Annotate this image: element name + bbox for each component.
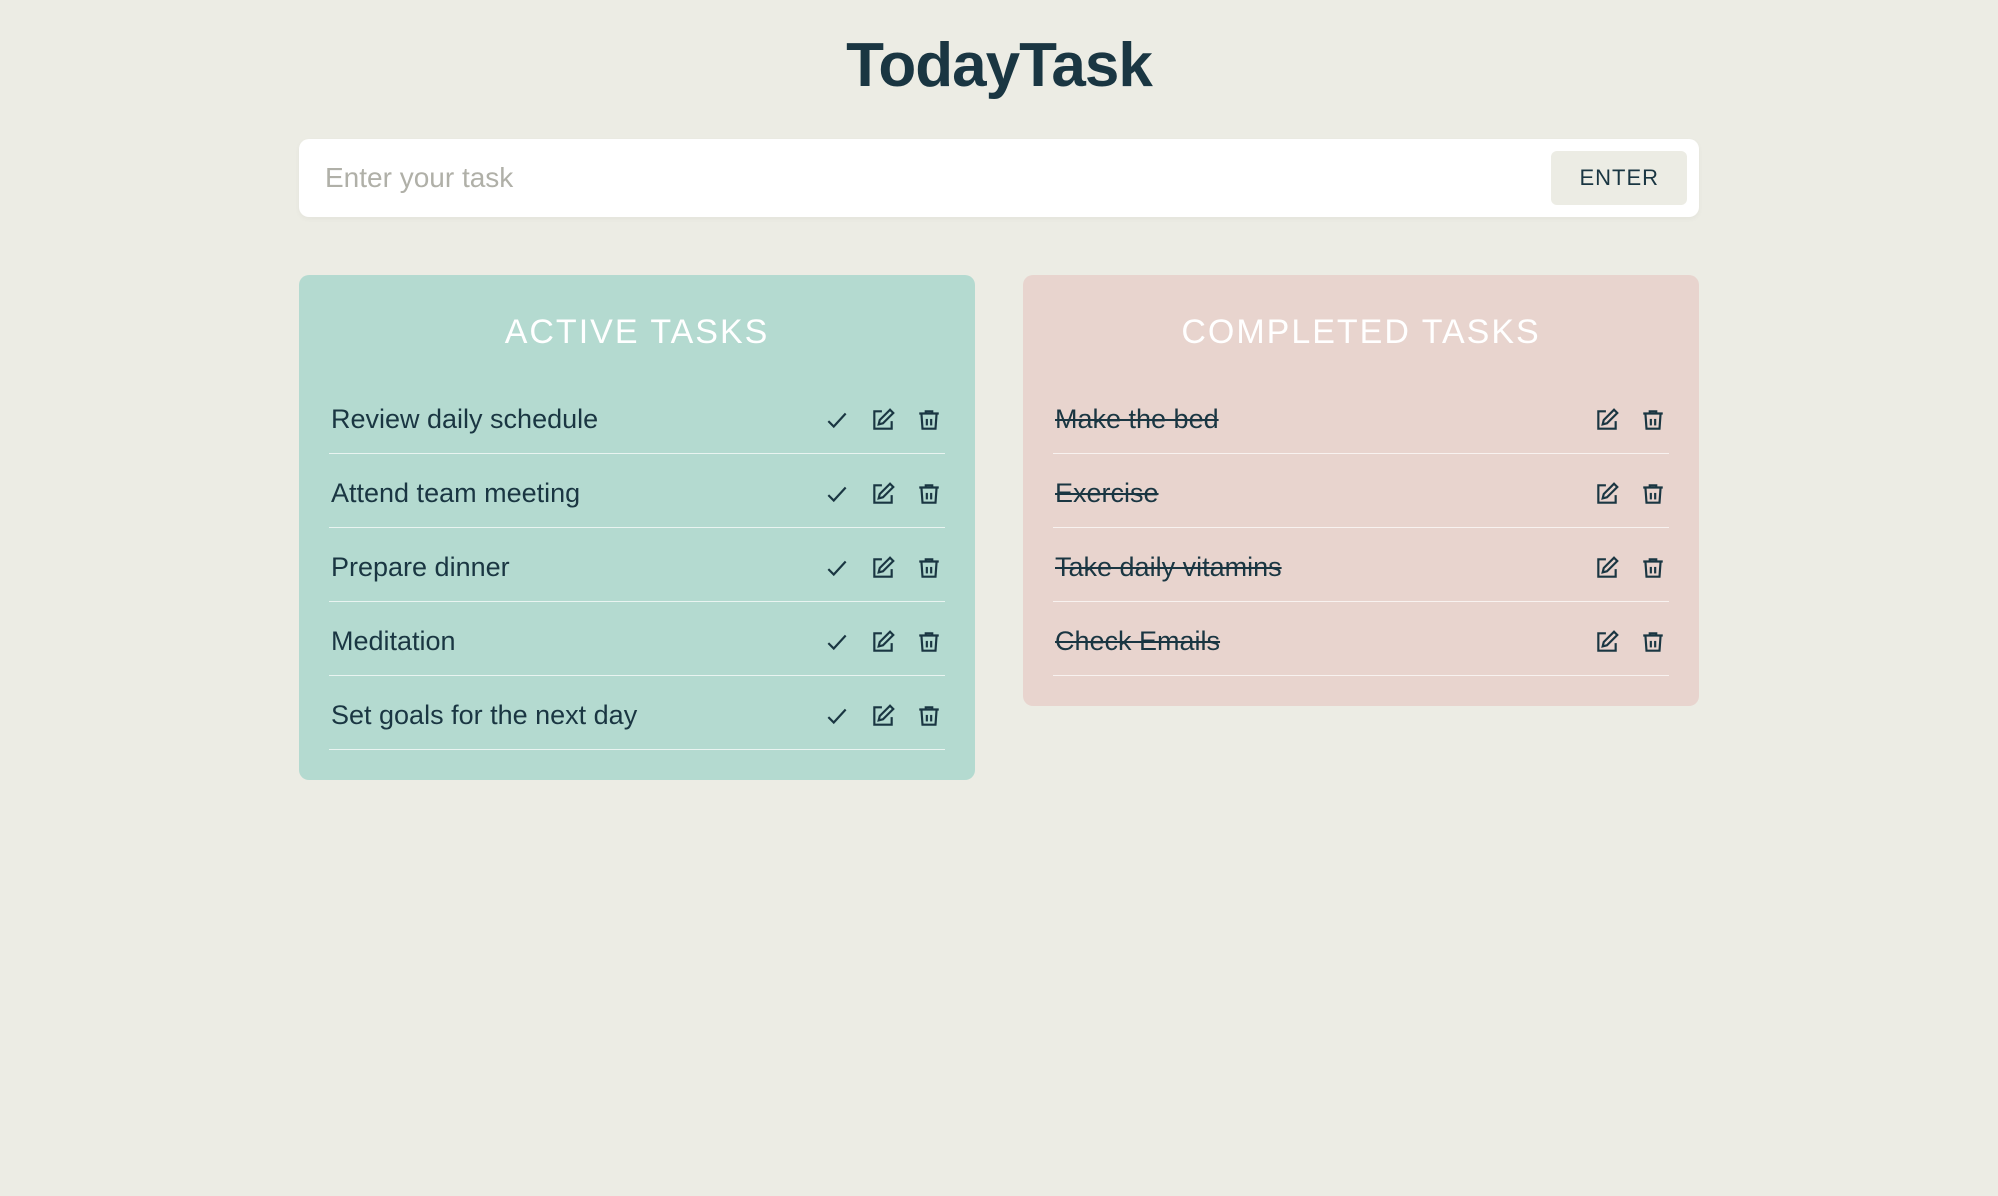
task-row: Exercise [1053,454,1669,528]
task-text: Take daily vitamins [1055,552,1282,583]
task-text: Review daily schedule [331,404,598,435]
task-input-bar: ENTER [299,139,1699,217]
active-tasks-title: ACTIVE TASKS [329,313,945,352]
task-text: Attend team meeting [331,478,580,509]
trash-icon[interactable] [915,554,943,582]
task-actions [1593,554,1667,582]
task-text: Set goals for the next day [331,700,637,731]
enter-button[interactable]: ENTER [1551,151,1687,205]
task-row: Attend team meeting [329,454,945,528]
task-actions [1593,406,1667,434]
task-row: Review daily schedule [329,380,945,454]
check-icon[interactable] [823,480,851,508]
task-text: Meditation [331,626,456,657]
task-actions [823,702,943,730]
app-title: TodayTask [0,30,1998,101]
check-icon[interactable] [823,628,851,656]
task-actions [1593,628,1667,656]
completed-tasks-title: COMPLETED TASKS [1053,313,1669,352]
trash-icon[interactable] [915,406,943,434]
task-row: Make the bed [1053,380,1669,454]
task-row: Set goals for the next day [329,676,945,750]
task-input[interactable] [321,154,1539,202]
task-actions [823,406,943,434]
edit-icon[interactable] [1593,406,1621,434]
active-tasks-panel: ACTIVE TASKS Review daily schedule Attend… [299,275,975,780]
completed-tasks-panel: COMPLETED TASKS Make the bed Exercise Take… [1023,275,1699,706]
active-task-list: Review daily schedule Attend team meeting… [329,380,945,750]
edit-icon[interactable] [1593,628,1621,656]
edit-icon[interactable] [869,480,897,508]
task-row: Take daily vitamins [1053,528,1669,602]
edit-icon[interactable] [869,554,897,582]
task-row: Prepare dinner [329,528,945,602]
trash-icon[interactable] [915,702,943,730]
task-text: Exercise [1055,478,1159,509]
trash-icon[interactable] [1639,406,1667,434]
task-row: Check Emails [1053,602,1669,676]
check-icon[interactable] [823,406,851,434]
task-actions [823,480,943,508]
task-actions [823,554,943,582]
trash-icon[interactable] [1639,628,1667,656]
task-text: Make the bed [1055,404,1219,435]
trash-icon[interactable] [1639,480,1667,508]
edit-icon[interactable] [869,628,897,656]
check-icon[interactable] [823,702,851,730]
main-container: ENTER ACTIVE TASKS Review daily schedule… [299,139,1699,780]
task-columns: ACTIVE TASKS Review daily schedule Attend… [299,275,1699,780]
trash-icon[interactable] [915,480,943,508]
edit-icon[interactable] [869,702,897,730]
task-actions [823,628,943,656]
task-row: Meditation [329,602,945,676]
edit-icon[interactable] [869,406,897,434]
edit-icon[interactable] [1593,480,1621,508]
task-actions [1593,480,1667,508]
completed-task-list: Make the bed Exercise Take daily vitamins C… [1053,380,1669,676]
task-text: Check Emails [1055,626,1220,657]
trash-icon[interactable] [915,628,943,656]
edit-icon[interactable] [1593,554,1621,582]
trash-icon[interactable] [1639,554,1667,582]
check-icon[interactable] [823,554,851,582]
task-text: Prepare dinner [331,552,510,583]
